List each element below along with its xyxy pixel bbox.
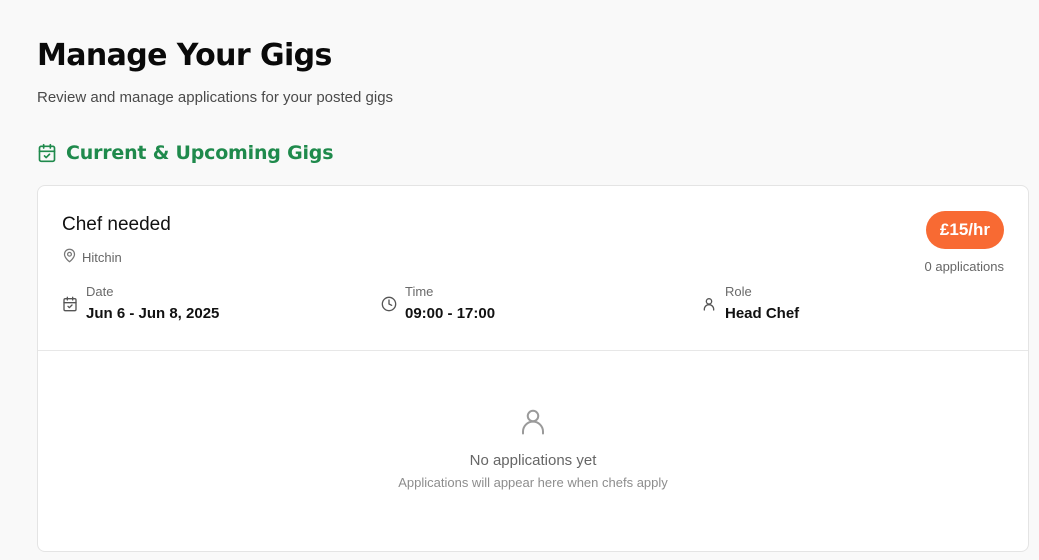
user-icon (701, 296, 717, 312)
time-value: 09:00 - 17:00 (405, 305, 496, 322)
gig-title: Chef needed (62, 214, 171, 235)
section-title: Current & Upcoming Gigs (66, 142, 334, 164)
gig-card-header: Chef needed Hitchin £15/hr 0 application… (38, 186, 1028, 351)
role-label: Role (725, 284, 752, 299)
applications-empty-state: No applications yet Applications will ap… (38, 406, 1028, 490)
gig-location: Hitchin (62, 248, 122, 266)
empty-state-title: No applications yet (469, 452, 597, 469)
gig-role: Role Head Chef (701, 284, 799, 322)
calendar-check-icon (37, 143, 57, 163)
time-label: Time (405, 284, 434, 299)
rate-badge: £15/hr (925, 211, 1004, 249)
user-placeholder-icon (518, 406, 548, 436)
manage-gigs-page: Manage Your Gigs Review and manage appli… (0, 0, 1039, 560)
page-title: Manage Your Gigs (37, 38, 332, 73)
date-label: Date (86, 284, 114, 299)
calendar-icon (62, 296, 78, 312)
clock-icon (381, 296, 397, 312)
empty-state-subtitle: Applications will appear here when chefs… (398, 475, 668, 490)
gig-date: Date Jun 6 - Jun 8, 2025 (62, 284, 219, 322)
gig-time: Time 09:00 - 17:00 (381, 284, 495, 322)
page-subtitle: Review and manage applications for your … (37, 89, 394, 106)
applications-count: 0 applications (924, 259, 1005, 274)
map-pin-icon (62, 248, 77, 266)
section-heading: Current & Upcoming Gigs (37, 142, 334, 164)
date-value: Jun 6 - Jun 8, 2025 (86, 305, 220, 322)
gig-location-text: Hitchin (82, 249, 122, 265)
gig-card[interactable]: Chef needed Hitchin £15/hr 0 application… (37, 185, 1029, 552)
role-value: Head Chef (725, 305, 800, 322)
